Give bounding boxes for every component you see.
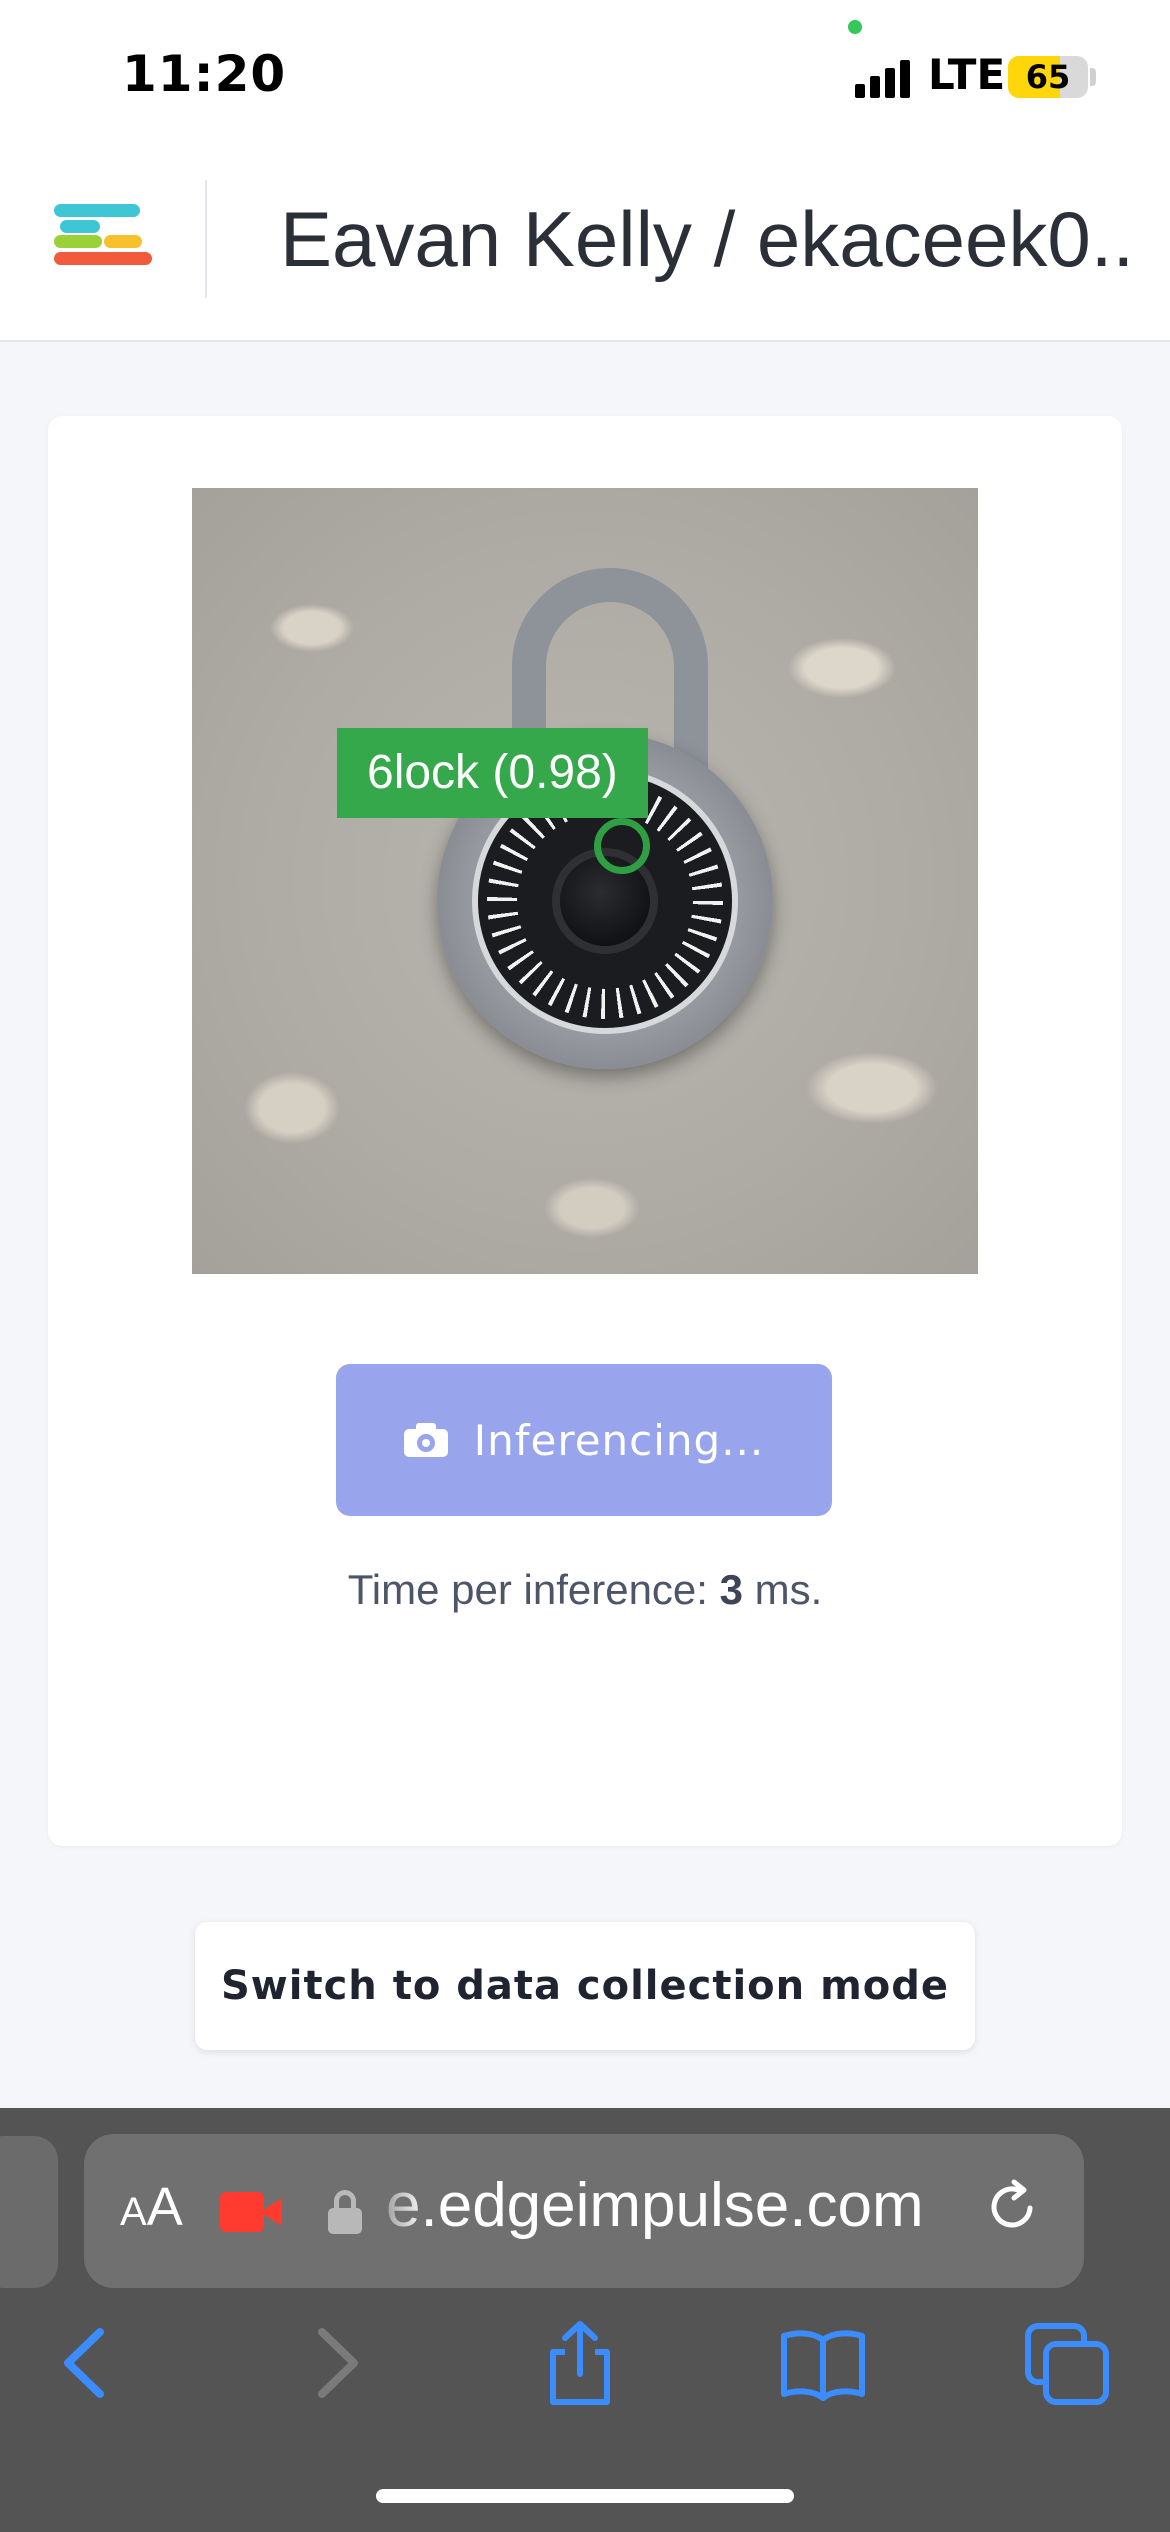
inference-time-text: Time per inference: 3 ms. <box>48 1566 1122 1614</box>
header-divider <box>205 180 207 298</box>
detection-centroid-marker <box>594 818 650 874</box>
reload-icon[interactable] <box>984 2178 1040 2234</box>
camera-preview: 6lock (0.98) <box>192 488 978 1274</box>
camera-icon <box>403 1423 448 1457</box>
inferencing-button[interactable]: Inferencing... <box>336 1364 832 1516</box>
status-time: 11:20 <box>122 45 287 103</box>
screen-recording-icon[interactable] <box>220 2192 284 2232</box>
text-size-button[interactable]: AA <box>120 2176 183 2238</box>
logo-bar-yellow <box>104 235 142 248</box>
back-icon[interactable] <box>40 2318 130 2408</box>
share-icon[interactable] <box>535 2318 625 2408</box>
inference-time-unit: ms. <box>754 1566 823 1613</box>
status-bar: 11:20 LTE 65 <box>0 0 1170 150</box>
camera-in-use-indicator <box>848 20 862 34</box>
home-indicator <box>376 2489 794 2503</box>
inferencing-button-label: Inferencing... <box>473 1415 765 1465</box>
battery-icon: 65 <box>1008 56 1088 98</box>
edge-impulse-logo-menu-icon[interactable] <box>52 202 152 282</box>
cellular-signal-icon <box>855 58 915 98</box>
tabs-icon[interactable] <box>1022 2318 1112 2408</box>
lock-icon <box>328 2190 362 2234</box>
url-text[interactable]: e.edgeimpulse.com <box>386 2170 956 2241</box>
network-type: LTE <box>928 50 1006 99</box>
forward-icon <box>318 2328 358 2398</box>
inference-time-value: 3 <box>719 1566 743 1613</box>
inference-time-prefix: Time per inference: <box>347 1566 708 1613</box>
detection-label: 6lock (0.98) <box>337 728 648 818</box>
logo-bar-green <box>54 235 102 248</box>
bookmarks-icon[interactable] <box>778 2318 868 2408</box>
switch-mode-button[interactable]: Switch to data collection mode <box>195 1922 975 2050</box>
logo-bar-cyan-short <box>60 220 100 233</box>
logo-bar-red <box>54 252 152 265</box>
battery-percent: 65 <box>1025 58 1071 96</box>
battery-tip <box>1090 68 1096 86</box>
app-header: Eavan Kelly / ekaceek0... <box>0 150 1170 342</box>
previous-tab-preview[interactable] <box>0 2136 58 2288</box>
logo-bar-cyan <box>54 204 140 217</box>
project-title[interactable]: Eavan Kelly / ekaceek0... <box>280 194 1140 285</box>
